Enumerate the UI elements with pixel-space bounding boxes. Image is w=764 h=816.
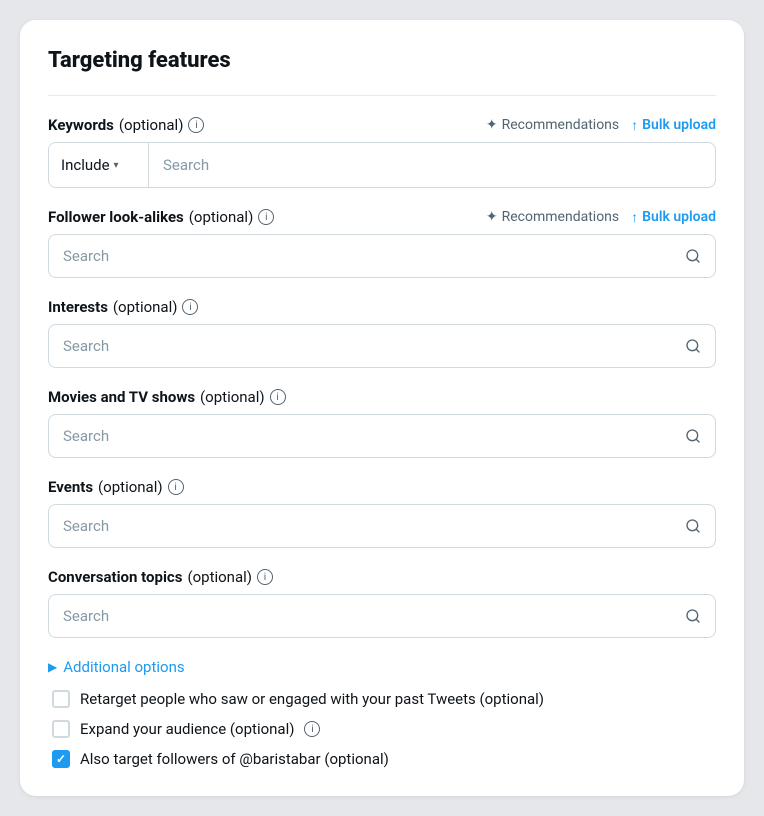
followers-checkbox[interactable] (52, 750, 70, 768)
interests-search-input[interactable] (63, 337, 677, 355)
spark-icon: ✦ (486, 117, 498, 133)
spark-icon: ✦ (486, 209, 498, 225)
follower-look-alikes-header: Follower look-alikes (optional) i ✦ Reco… (48, 208, 716, 226)
events-header: Events (optional) i (48, 478, 716, 496)
follower-look-alikes-optional: (optional) (189, 208, 254, 226)
conversation-topics-search-wrapper (48, 594, 716, 638)
events-info-icon[interactable]: i (168, 479, 184, 495)
interests-label-group: Interests (optional) i (48, 298, 198, 316)
events-search-input[interactable] (63, 517, 677, 535)
follower-look-alikes-section: Follower look-alikes (optional) i ✦ Reco… (48, 208, 716, 278)
conversation-topics-label-group: Conversation topics (optional) i (48, 568, 273, 586)
divider (48, 95, 716, 96)
movies-tv-header: Movies and TV shows (optional) i (48, 388, 716, 406)
additional-options-label: Additional options (63, 658, 184, 676)
expand-info-icon[interactable]: i (304, 721, 320, 737)
targeting-features-card: Targeting features Keywords (optional) i… (20, 20, 744, 796)
events-search-wrapper (48, 504, 716, 548)
expand-checkbox[interactable] (52, 720, 70, 738)
chevron-down-icon: ▶ (48, 660, 57, 674)
keywords-bulk-upload-label: Bulk upload (642, 117, 716, 133)
follower-bulk-upload-label: Bulk upload (642, 209, 716, 225)
interests-search-wrapper (48, 324, 716, 368)
interests-optional: (optional) (113, 298, 178, 316)
followers-checkbox-item[interactable]: Also target followers of @baristabar (op… (52, 750, 716, 768)
movies-tv-search-icon[interactable] (685, 428, 701, 444)
include-dropdown[interactable]: Include ▾ (49, 143, 149, 187)
follower-bulk-upload-link[interactable]: ↑ Bulk upload (631, 209, 716, 226)
conversation-topics-optional: (optional) (187, 568, 252, 586)
additional-options-toggle[interactable]: ▶ Additional options (48, 658, 185, 676)
keywords-actions: ✦ Recommendations ↑ Bulk upload (486, 117, 716, 134)
conversation-topics-label: Conversation topics (48, 568, 182, 586)
keywords-bulk-upload-link[interactable]: ↑ Bulk upload (631, 117, 716, 134)
follower-look-alikes-actions: ✦ Recommendations ↑ Bulk upload (486, 209, 716, 226)
follower-recommendations-link[interactable]: ✦ Recommendations (486, 209, 619, 225)
movies-tv-section: Movies and TV shows (optional) i (48, 388, 716, 458)
events-label: Events (48, 478, 93, 496)
keywords-info-icon[interactable]: i (188, 117, 204, 133)
movies-tv-label-group: Movies and TV shows (optional) i (48, 388, 286, 406)
keywords-label-group: Keywords (optional) i (48, 116, 204, 134)
additional-options-list: Retarget people who saw or engaged with … (48, 690, 716, 768)
events-label-group: Events (optional) i (48, 478, 184, 496)
follower-search-icon[interactable] (685, 248, 701, 264)
movies-tv-optional: (optional) (200, 388, 265, 406)
chevron-down-icon: ▾ (114, 160, 119, 171)
conversation-topics-info-icon[interactable]: i (257, 569, 273, 585)
movies-tv-search-wrapper (48, 414, 716, 458)
interests-search-icon[interactable] (685, 338, 701, 354)
keywords-header: Keywords (optional) i ✦ Recommendations … (48, 116, 716, 134)
follower-look-alikes-label-group: Follower look-alikes (optional) i (48, 208, 274, 226)
follower-recommendations-label: Recommendations (502, 209, 620, 225)
retarget-checkbox[interactable] (52, 690, 70, 708)
keywords-section: Keywords (optional) i ✦ Recommendations … (48, 116, 716, 188)
follower-search-input[interactable] (63, 247, 677, 265)
additional-options-section: ▶ Additional options Retarget people who… (48, 658, 716, 768)
page-title: Targeting features (48, 48, 716, 73)
follower-look-alikes-label: Follower look-alikes (48, 208, 184, 226)
followers-label: Also target followers of @baristabar (op… (80, 750, 389, 768)
conversation-topics-search-icon[interactable] (685, 608, 701, 624)
keywords-label: Keywords (48, 116, 114, 134)
keywords-input-row: Include ▾ (48, 142, 716, 188)
movies-tv-label: Movies and TV shows (48, 388, 195, 406)
keywords-search-input[interactable] (149, 143, 715, 187)
events-section: Events (optional) i (48, 478, 716, 548)
follower-look-alikes-info-icon[interactable]: i (258, 209, 274, 225)
include-label: Include (61, 156, 110, 174)
expand-checkbox-item[interactable]: Expand your audience (optional) i (52, 720, 716, 738)
interests-section: Interests (optional) i (48, 298, 716, 368)
movies-tv-info-icon[interactable]: i (270, 389, 286, 405)
follower-search-wrapper (48, 234, 716, 278)
keywords-optional: (optional) (119, 116, 184, 134)
keywords-recommendations-link[interactable]: ✦ Recommendations (486, 117, 619, 133)
conversation-topics-header: Conversation topics (optional) i (48, 568, 716, 586)
movies-tv-search-input[interactable] (63, 427, 677, 445)
interests-info-icon[interactable]: i (182, 299, 198, 315)
events-optional: (optional) (98, 478, 163, 496)
conversation-topics-section: Conversation topics (optional) i (48, 568, 716, 638)
interests-header: Interests (optional) i (48, 298, 716, 316)
retarget-checkbox-item[interactable]: Retarget people who saw or engaged with … (52, 690, 716, 708)
events-search-icon[interactable] (685, 518, 701, 534)
interests-label: Interests (48, 298, 108, 316)
conversation-topics-search-input[interactable] (63, 607, 677, 625)
retarget-label: Retarget people who saw or engaged with … (80, 690, 544, 708)
expand-label: Expand your audience (optional) (80, 720, 294, 738)
upload-icon: ↑ (631, 209, 638, 226)
keywords-recommendations-label: Recommendations (502, 117, 620, 133)
upload-icon: ↑ (631, 117, 638, 134)
